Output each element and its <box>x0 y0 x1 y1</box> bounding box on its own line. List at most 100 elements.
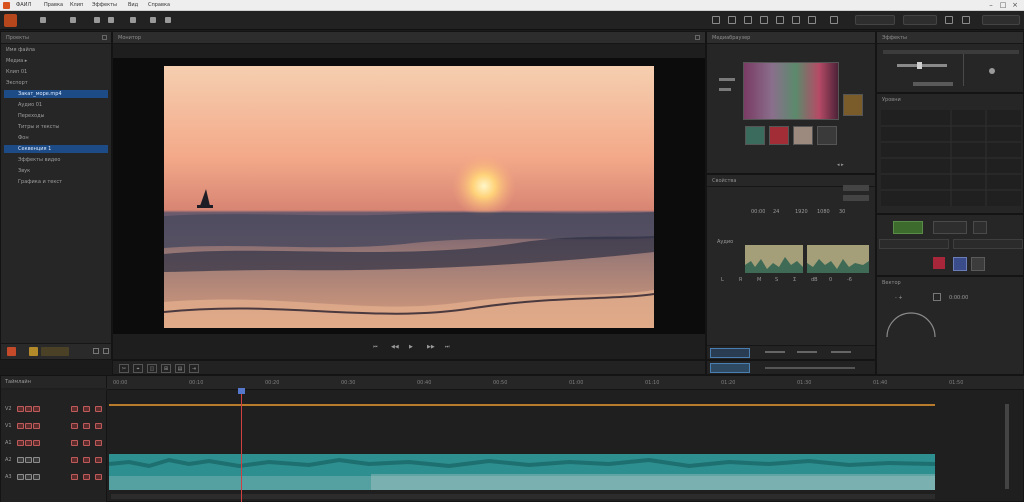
project-tree-item[interactable]: Секвенция 1 <box>4 145 108 153</box>
track-toggle[interactable] <box>83 457 90 463</box>
viewer-tool-button[interactable]: ⌖ <box>133 364 143 373</box>
scope-zoom[interactable]: - + <box>895 295 903 301</box>
transport-button-0[interactable]: ⏮ <box>373 344 378 350</box>
effect-slider[interactable] <box>897 64 947 67</box>
properties-mode-button[interactable] <box>710 348 750 358</box>
menu-effects[interactable]: Эффекты <box>92 2 117 8</box>
project-tree-item[interactable]: Фон <box>4 134 104 142</box>
swatch-thumbnail[interactable] <box>817 126 837 145</box>
timeline-vscroll[interactable] <box>1005 404 1009 489</box>
track-toggle[interactable] <box>17 423 24 429</box>
folder-button[interactable] <box>29 347 38 356</box>
track-toggle[interactable] <box>95 406 102 412</box>
layout-icon[interactable] <box>792 16 800 24</box>
project-tree-item[interactable]: Переходы <box>4 112 104 120</box>
layout-icon[interactable] <box>776 16 784 24</box>
timeline-hscroll[interactable] <box>111 494 935 499</box>
track-toggle[interactable] <box>95 423 102 429</box>
color-preset-dropdown[interactable] <box>879 239 949 249</box>
fit-button[interactable] <box>710 363 750 373</box>
layout-icon[interactable] <box>744 16 752 24</box>
toolbar-tool-icon[interactable] <box>130 17 136 23</box>
track-toggle[interactable] <box>95 474 102 480</box>
track-toggle[interactable] <box>71 423 78 429</box>
viewer-tool-button[interactable]: ⊞ <box>161 364 171 373</box>
menu-edit[interactable]: Правка <box>44 2 63 8</box>
track-toggle[interactable] <box>95 457 102 463</box>
audio-waveform[interactable] <box>109 454 935 490</box>
track-toggle[interactable] <box>17 440 24 446</box>
color-swatch[interactable] <box>933 257 945 269</box>
effect-slider-handle[interactable] <box>917 62 922 69</box>
track-toggle[interactable] <box>71 406 78 412</box>
track-toggle[interactable] <box>71 474 78 480</box>
layout-icon[interactable] <box>712 16 720 24</box>
track-toggle[interactable] <box>83 423 90 429</box>
scope-checkbox[interactable] <box>933 293 941 301</box>
menu-clip[interactable]: Клип <box>70 2 83 8</box>
track-toggle[interactable] <box>25 423 32 429</box>
toolbar-tool-icon[interactable] <box>165 17 171 23</box>
transport-button-3[interactable]: ▶▶ <box>427 344 435 350</box>
color-wheel-button[interactable] <box>893 221 923 234</box>
keyframe-icon[interactable] <box>989 68 995 74</box>
layout-icon[interactable] <box>760 16 768 24</box>
track-toggle[interactable] <box>83 440 90 446</box>
panel-menu-icon[interactable] <box>695 35 700 40</box>
track-toggle[interactable] <box>33 423 40 429</box>
track-toggle[interactable] <box>25 474 32 480</box>
project-tree-item[interactable]: Закат_море.mp4 <box>4 90 108 98</box>
track-toggle[interactable] <box>83 406 90 412</box>
preview-thumbnail[interactable] <box>743 62 839 120</box>
video-clip-bar[interactable] <box>109 404 935 406</box>
project-tree-item[interactable]: Звук <box>4 167 104 175</box>
project-tree-item[interactable]: Клип 01 <box>4 68 104 76</box>
settings-icon[interactable] <box>962 16 970 24</box>
levels-graph[interactable] <box>881 110 1021 206</box>
track-toggle[interactable] <box>33 474 40 480</box>
track-toggle[interactable] <box>71 440 78 446</box>
transport-button-2[interactable]: ▶ <box>409 344 413 350</box>
properties-dropdown[interactable] <box>843 185 869 191</box>
track-toggle[interactable] <box>25 406 32 412</box>
toolbar-tool-icon[interactable] <box>108 17 114 23</box>
project-tree-item[interactable]: Титры и тексты <box>4 123 104 131</box>
video-canvas[interactable] <box>113 58 705 334</box>
color-swatch[interactable] <box>971 257 985 271</box>
toolbar-tool-icon[interactable] <box>94 17 100 23</box>
track-toggle[interactable] <box>33 406 40 412</box>
track-toggle[interactable] <box>33 457 40 463</box>
layout-icon[interactable] <box>830 16 838 24</box>
playhead-handle[interactable] <box>238 388 246 394</box>
color-lut-dropdown[interactable] <box>953 239 1023 249</box>
toolbar-tool-icon[interactable] <box>40 17 46 23</box>
track-toggle[interactable] <box>17 474 24 480</box>
project-tree-item[interactable]: Аудио 01 <box>4 101 104 109</box>
swatch-thumbnail[interactable] <box>745 126 765 145</box>
project-tree-item[interactable]: Медиа ▸ <box>4 57 104 65</box>
project-tree-item[interactable]: Эффекты видео <box>4 156 104 164</box>
import-button[interactable] <box>41 347 69 356</box>
viewer-tool-button[interactable]: ◫ <box>147 364 157 373</box>
playhead[interactable] <box>238 388 246 502</box>
viewer-tool-button[interactable]: ⇥ <box>189 364 199 373</box>
track-toggle[interactable] <box>71 457 78 463</box>
properties-dropdown[interactable] <box>843 195 869 201</box>
minimize-button[interactable]: – <box>986 1 996 9</box>
menu-file[interactable]: ФАЙЛ <box>16 2 31 8</box>
transport-button-4[interactable]: ⏭ <box>445 344 450 350</box>
color-curves-button[interactable] <box>933 221 967 234</box>
project-tree-item[interactable]: Имя файла <box>4 46 104 54</box>
track-toggle[interactable] <box>17 406 24 412</box>
list-view-icon[interactable] <box>93 348 99 354</box>
toolbar-tool-icon[interactable] <box>150 17 156 23</box>
project-tree-item[interactable]: Экспорт <box>4 79 104 87</box>
close-window-button[interactable]: × <box>1010 1 1020 9</box>
maximize-button[interactable]: □ <box>998 1 1008 9</box>
menu-view[interactable]: Вид <box>128 2 138 8</box>
layout-icon[interactable] <box>808 16 816 24</box>
track-toggle[interactable] <box>83 474 90 480</box>
viewer-tool-button[interactable]: ▤ <box>175 364 185 373</box>
media-scroll-label[interactable]: ◂ ▸ <box>837 162 844 168</box>
layout-icon[interactable] <box>728 16 736 24</box>
